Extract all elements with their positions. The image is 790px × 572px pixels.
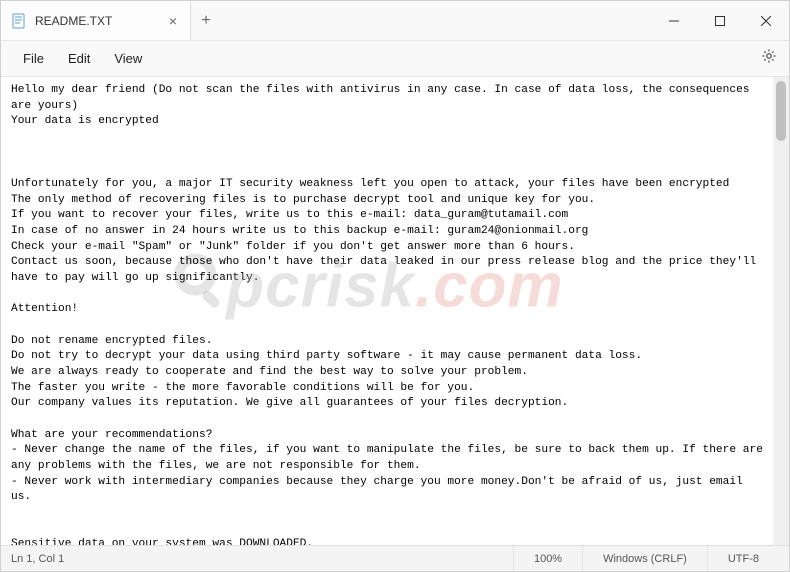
status-zoom[interactable]: 100% [513,546,582,571]
status-encoding[interactable]: UTF-8 [707,546,779,571]
menu-edit[interactable]: Edit [58,47,100,70]
statusbar: Ln 1, Col 1 100% Windows (CRLF) UTF-8 [1,545,789,571]
menu-view[interactable]: View [104,47,152,70]
titlebar: README.TXT × + [1,1,789,41]
maximize-button[interactable] [697,1,743,40]
tab-title: README.TXT [35,14,158,28]
window-controls [651,1,789,40]
menu-file[interactable]: File [13,47,54,70]
status-cursor-position: Ln 1, Col 1 [11,553,513,565]
notepad-window: README.TXT × + File Edit View Hello my d… [0,0,790,572]
status-line-ending[interactable]: Windows (CRLF) [582,546,707,571]
minimize-button[interactable] [651,1,697,40]
tab-close-button[interactable]: × [166,14,180,28]
text-editor[interactable]: Hello my dear friend (Do not scan the fi… [1,77,773,545]
notepad-icon [11,13,27,29]
content-area: Hello my dear friend (Do not scan the fi… [1,77,789,545]
menubar: File Edit View [1,41,789,77]
vertical-scrollbar[interactable] [773,77,789,545]
scrollbar-thumb[interactable] [776,81,786,141]
close-window-button[interactable] [743,1,789,40]
settings-button[interactable] [761,48,777,69]
new-tab-button[interactable]: + [191,12,221,30]
file-tab[interactable]: README.TXT × [1,1,191,40]
